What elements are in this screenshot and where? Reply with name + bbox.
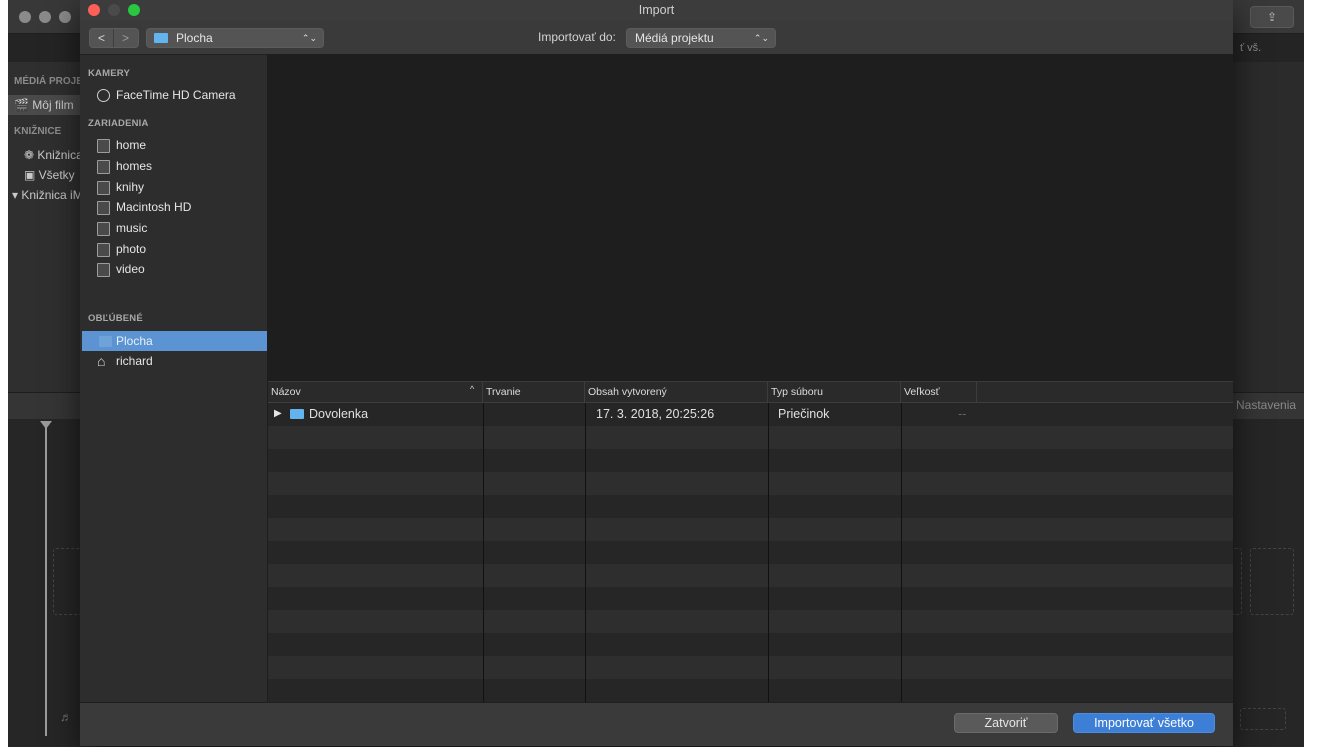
column-separator <box>768 403 769 703</box>
table-stripe <box>268 541 1233 564</box>
forward-button[interactable]: > <box>114 29 137 47</box>
sidebar-item-video[interactable]: video <box>80 259 267 279</box>
drive-icon <box>97 139 110 153</box>
drive-icon <box>97 201 110 215</box>
column-header-name[interactable]: Názov <box>268 382 483 402</box>
dialog-zoom-button[interactable] <box>128 4 140 16</box>
cameras-heading: KAMERY <box>88 68 131 79</box>
table-stripe <box>268 472 1233 495</box>
drive-icon <box>97 243 110 257</box>
folder-icon <box>154 33 168 43</box>
table-row[interactable]: ▶ Dovolenka 17. 3. 2018, 20:25:26 Prieči… <box>268 403 1233 425</box>
column-header-type[interactable]: Typ súboru <box>768 382 901 402</box>
sidebar-item-imovie-library[interactable]: ▾ Knižnica iMovie <box>12 188 86 202</box>
sidebar-item-home[interactable]: home <box>80 135 267 155</box>
popup-arrows-icon: ⌃⌄ <box>301 33 317 43</box>
disclosure-triangle-icon[interactable]: ▶ <box>274 403 282 425</box>
playhead[interactable] <box>45 424 47 736</box>
sidebar-item-richard[interactable]: ⌂ richard <box>80 351 267 371</box>
table-stripe <box>268 633 1233 656</box>
app-zoom-button[interactable] <box>59 11 71 23</box>
sidebar-item-photo[interactable]: photo <box>80 239 267 259</box>
row-size: -- <box>958 407 967 421</box>
column-header-size[interactable]: Veľkosť <box>901 382 977 402</box>
dialog-close-button[interactable] <box>88 4 100 16</box>
table-stripe <box>268 587 1233 610</box>
table-stripe <box>268 656 1233 679</box>
table-stripe <box>268 426 1233 449</box>
popup-arrows-icon: ⌃⌄ <box>753 33 769 43</box>
devices-heading: ZARIADENIA <box>88 118 149 129</box>
dialog-toolbar: < > Plocha ⌃⌄ Importovať do: Médiá proje… <box>80 20 1233 55</box>
close-button[interactable]: Zatvoriť <box>954 713 1058 733</box>
table-stripe <box>268 518 1233 541</box>
dialog-footer: Zatvoriť Importovať všetko <box>80 702 1233 746</box>
home-icon: ⌂ <box>97 353 106 369</box>
table-stripe <box>268 679 1233 702</box>
app-minimize-button[interactable] <box>39 11 51 23</box>
drive-icon <box>97 160 110 174</box>
import-to-popup[interactable]: Médiá projektu ⌃⌄ <box>626 28 776 48</box>
folder-icon <box>290 409 304 419</box>
table-stripe <box>268 495 1233 518</box>
music-note-icon: ♬ <box>60 710 72 724</box>
sidebar-item-facetime-camera[interactable]: FaceTime HD Camera <box>80 85 267 105</box>
app-sidebar: MÉDIÁ PROJEKTU 🎬 Môj film KNIŽNICE ❁ Kni… <box>8 62 103 392</box>
column-header-duration[interactable]: Trvanie <box>483 382 585 402</box>
sidebar-item-macintosh-hd[interactable]: Macintosh HD <box>80 197 267 217</box>
timeline-placeholder <box>1250 548 1294 615</box>
column-header-created[interactable]: Obsah vytvorený <box>585 382 768 402</box>
back-button[interactable]: < <box>90 29 114 47</box>
sort-ascending-icon[interactable]: ^ <box>470 384 474 394</box>
dialog-minimize-button <box>108 4 120 16</box>
star-box-icon: ▣ <box>24 168 39 182</box>
location-value: Plocha <box>176 31 213 45</box>
table-stripe <box>268 564 1233 587</box>
disclosure-triangle-icon: ▾ <box>12 188 22 202</box>
column-separator <box>901 403 902 703</box>
clapper-icon: 🎬 <box>14 98 33 112</box>
app-close-button[interactable] <box>19 11 31 23</box>
column-separator <box>585 403 586 703</box>
library-icon: ❁ <box>24 148 38 162</box>
location-popup[interactable]: Plocha ⌃⌄ <box>146 28 324 48</box>
row-name: Dovolenka <box>309 407 369 421</box>
table-stripe <box>268 449 1233 472</box>
preview-area <box>268 55 1233 381</box>
import-to-label: Importovať do: <box>538 30 616 44</box>
import-to-value: Médiá projektu <box>635 31 714 45</box>
import-dialog: Import < > Plocha ⌃⌄ Importovať do: Médi… <box>80 0 1233 746</box>
dialog-title: Import <box>638 3 675 17</box>
column-separator <box>483 403 484 703</box>
dialog-titlebar: Import <box>80 0 1233 20</box>
sidebar-item-knihy[interactable]: knihy <box>80 177 267 197</box>
drive-icon <box>97 222 110 236</box>
drive-icon <box>97 263 110 277</box>
sidebar-item-homes[interactable]: homes <box>80 156 267 176</box>
file-table: Názov ^ Trvanie Obsah vytvorený Typ súbo… <box>268 381 1233 703</box>
nav-buttons: < > <box>89 28 139 48</box>
settings-button[interactable]: Nastavenia <box>1236 398 1296 412</box>
share-icon[interactable]: ⇪ <box>1250 6 1294 28</box>
row-type: Priečinok <box>778 407 830 421</box>
libraries-heading: KNIŽNICE <box>14 126 62 137</box>
sidebar-item-music[interactable]: music <box>80 218 267 238</box>
favorites-heading: OBĽÚBENÉ <box>88 313 143 324</box>
desktop-icon <box>99 336 112 347</box>
sidebar-item-project[interactable]: 🎬 Môj film <box>8 95 88 115</box>
import-all-button[interactable]: Importovať všetko <box>1073 713 1215 733</box>
app-clipped-text: ť vš. <box>1240 42 1262 54</box>
table-stripe <box>268 610 1233 633</box>
sidebar-item-plocha[interactable]: Plocha <box>82 331 267 351</box>
table-header: Názov ^ Trvanie Obsah vytvorený Typ súbo… <box>268 382 1233 403</box>
timeline-audio-placeholder <box>1240 708 1286 730</box>
dialog-sidebar: KAMERY FaceTime HD Camera ZARIADENIA hom… <box>80 55 268 702</box>
camera-icon <box>97 89 110 102</box>
drive-icon <box>97 181 110 195</box>
row-created: 17. 3. 2018, 20:25:26 <box>596 407 715 421</box>
